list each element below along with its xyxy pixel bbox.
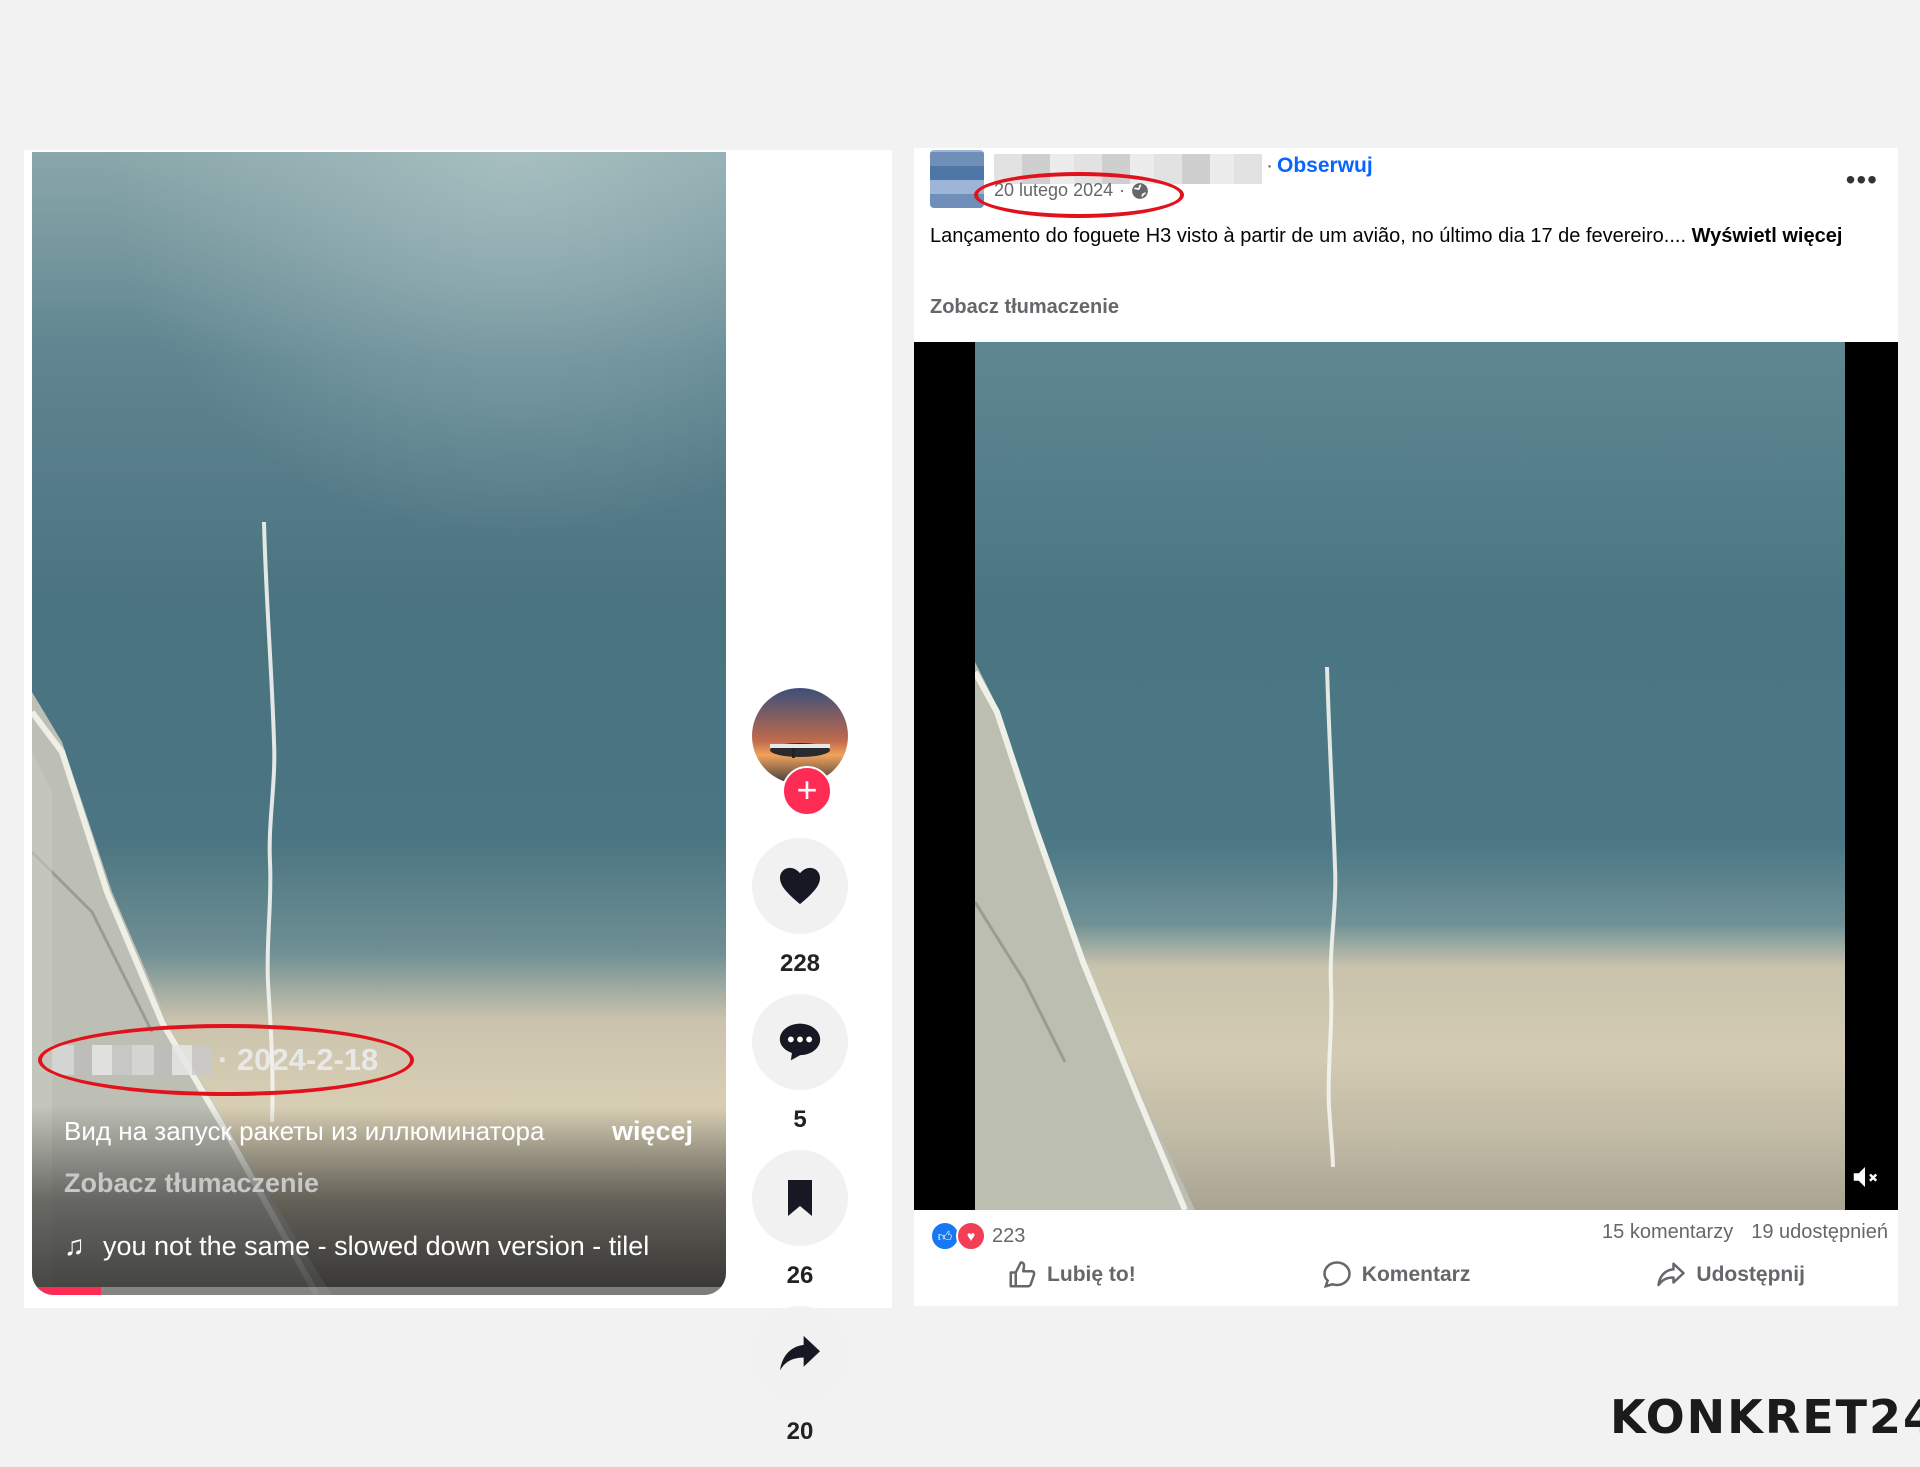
highlight-oval <box>38 1024 414 1096</box>
post-text: Lançamento do foguete H3 visto à partir … <box>930 222 1870 251</box>
comment-count: 5 <box>793 1106 807 1133</box>
facebook-screenshot: · Obserwuj 20 lutego 2024 · ••• Lançament… <box>914 148 1898 1306</box>
music-note-icon: ♫ <box>64 1230 85 1261</box>
more-link[interactable]: więcej <box>612 1116 693 1147</box>
comment-label: Komentarz <box>1361 1263 1471 1286</box>
translate-link[interactable]: Zobacz tłumaczenie <box>64 1168 319 1199</box>
like-button[interactable]: Lubię to! <box>1007 1260 1136 1290</box>
share-label: Udostępnij <box>1696 1263 1805 1286</box>
share-arrow-icon <box>1657 1262 1686 1287</box>
comment-bubble-icon <box>1323 1261 1351 1289</box>
follow-plus-button[interactable]: + <box>782 766 832 816</box>
comment-button[interactable]: Komentarz <box>1322 1260 1471 1290</box>
see-more-link[interactable]: Wyświetl więcej <box>1692 225 1843 247</box>
video-description: Вид на запуск ракеты из иллюминатора <box>64 1116 545 1146</box>
translate-link[interactable]: Zobacz tłumaczenie <box>930 296 1119 319</box>
like-label: Lubię to! <box>1047 1263 1136 1286</box>
share-button[interactable] <box>752 1306 848 1402</box>
like-button[interactable] <box>752 838 848 934</box>
save-count: 26 <box>786 1262 814 1289</box>
share-arrow-icon <box>780 1335 820 1371</box>
post-action-bar: Lubię to! Komentarz Udostępnij <box>914 1260 1898 1290</box>
share-count: 20 <box>786 1418 814 1445</box>
reactions-summary[interactable]: 👍︎ ♥ 223 <box>930 1221 1025 1251</box>
follow-label: Obserwuj <box>1277 154 1373 177</box>
comment-icon <box>779 1023 821 1061</box>
heart-icon <box>780 867 820 905</box>
highlight-oval <box>974 172 1184 218</box>
love-reaction-icon: ♥ <box>956 1221 986 1251</box>
post-stats: 15 komentarzy 19 udostępnień <box>1602 1221 1888 1244</box>
thumbs-up-icon <box>1009 1261 1036 1288</box>
video-progress-fill <box>32 1287 102 1295</box>
post-video[interactable] <box>914 342 1898 1210</box>
airplane-wing-image <box>975 662 1195 1210</box>
tiktok-screenshot: · 2024-2-18 Вид на запуск ракеты из иллю… <box>24 150 892 1445</box>
post-body: Lançamento do foguete H3 visto à partir … <box>930 225 1686 247</box>
save-button[interactable] <box>752 1150 848 1246</box>
follow-link[interactable]: · Obserwuj <box>1266 154 1373 178</box>
bookmark-icon <box>788 1180 812 1216</box>
like-count: 228 <box>779 950 821 977</box>
comment-count[interactable]: 15 komentarzy <box>1602 1221 1733 1244</box>
reaction-count: 223 <box>992 1224 1026 1247</box>
tiktok-video[interactable]: · 2024-2-18 Вид на запуск ракеты из иллю… <box>32 152 726 1295</box>
music-title: you not the same - slowed down version -… <box>103 1230 650 1261</box>
video-frame <box>975 342 1845 1210</box>
mute-icon[interactable] <box>1850 1162 1884 1196</box>
share-button[interactable]: Udostępnij <box>1656 1260 1805 1290</box>
konkret24-logo: KONKRET24 <box>1610 1390 1920 1444</box>
video-progress-track[interactable] <box>32 1287 726 1295</box>
share-count[interactable]: 19 udostępnień <box>1751 1221 1888 1244</box>
more-options-icon[interactable]: ••• <box>1846 164 1878 196</box>
speaker-muted-icon <box>1853 1167 1878 1187</box>
rocket-contrail <box>1325 667 1338 1167</box>
music-info[interactable]: ♫ you not the same - slowed down version… <box>64 1230 704 1262</box>
comment-button[interactable] <box>752 994 848 1090</box>
